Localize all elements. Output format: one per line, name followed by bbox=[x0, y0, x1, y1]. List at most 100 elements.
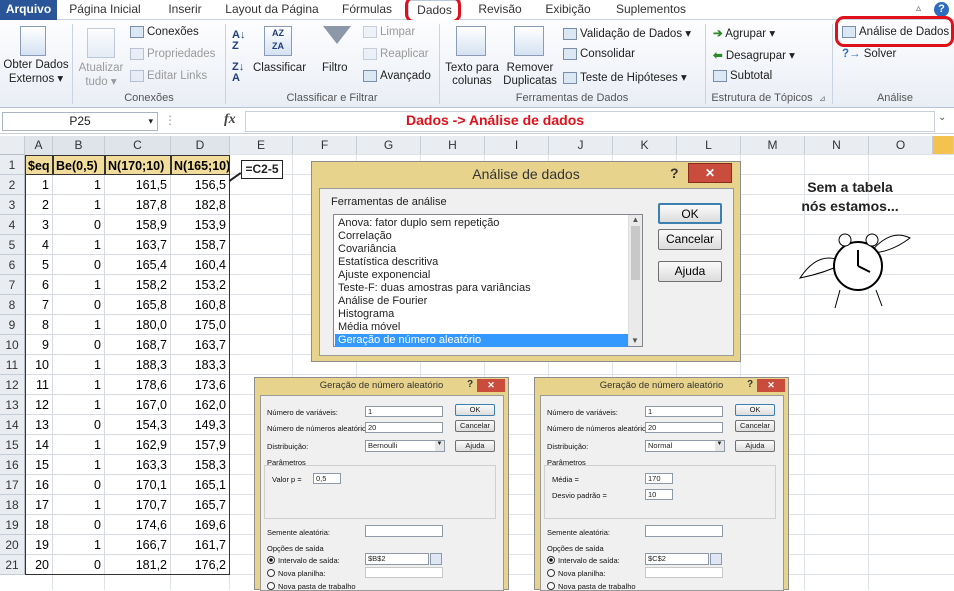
ok-button[interactable]: OK bbox=[658, 203, 722, 224]
data-cell[interactable]: 154,3 bbox=[105, 415, 171, 435]
range-input[interactable]: $B$2 bbox=[365, 553, 429, 565]
help-button[interactable]: Ajuda bbox=[455, 440, 495, 452]
classificar-button[interactable]: Classificar bbox=[253, 62, 306, 74]
data-cell[interactable]: 11 bbox=[25, 375, 53, 395]
help-question-icon[interactable]: ? bbox=[670, 165, 679, 181]
data-cell[interactable]: 1 bbox=[53, 535, 105, 555]
data-cell[interactable]: 170,1 bbox=[105, 475, 171, 495]
data-cell[interactable]: 181,2 bbox=[105, 555, 171, 575]
column-header-E[interactable]: E bbox=[230, 136, 293, 155]
column-header-C[interactable]: C bbox=[105, 136, 171, 155]
data-cell[interactable]: 165,8 bbox=[105, 295, 171, 315]
column-header-G[interactable]: G bbox=[357, 136, 421, 155]
column-header-p[interactable] bbox=[933, 136, 954, 155]
data-cell[interactable]: 153,9 bbox=[171, 215, 230, 235]
range-picker-icon[interactable] bbox=[710, 553, 722, 565]
data-cell[interactable]: 0 bbox=[53, 515, 105, 535]
analysis-tool-item[interactable]: Análise de Fourier bbox=[335, 295, 628, 308]
sort-za-icon[interactable]: Z↓ A bbox=[232, 62, 244, 84]
data-cell[interactable]: 1 bbox=[53, 195, 105, 215]
column-header-O[interactable]: O bbox=[869, 136, 933, 155]
row-header[interactable]: 8 bbox=[0, 295, 25, 315]
dist-select[interactable]: Bernoulli bbox=[365, 440, 445, 452]
row-header[interactable]: 11 bbox=[0, 355, 25, 375]
sort-az-icon[interactable]: A↓ Z bbox=[232, 30, 245, 52]
data-cell[interactable]: 169,6 bbox=[171, 515, 230, 535]
dist-select[interactable]: Normal bbox=[645, 440, 725, 452]
analysis-tool-item[interactable]: Covariância bbox=[335, 243, 628, 256]
data-cell[interactable]: 166,7 bbox=[105, 535, 171, 555]
range-radio[interactable] bbox=[547, 556, 555, 564]
minimize-ribbon-icon[interactable]: ▵ bbox=[916, 3, 928, 15]
data-cell[interactable]: 158,3 bbox=[171, 455, 230, 475]
help-question-icon[interactable]: ? bbox=[747, 379, 753, 390]
new-book-radio[interactable] bbox=[267, 582, 275, 590]
row-header[interactable]: 1 bbox=[0, 155, 25, 175]
data-cell[interactable]: 153,2 bbox=[171, 275, 230, 295]
data-cell[interactable]: 1 bbox=[53, 235, 105, 255]
row-header[interactable]: 15 bbox=[0, 435, 25, 455]
row-header[interactable]: 10 bbox=[0, 335, 25, 355]
data-cell[interactable]: 156,5 bbox=[171, 175, 230, 195]
seed-input[interactable] bbox=[645, 525, 723, 537]
new-sheet-input[interactable] bbox=[365, 567, 443, 578]
propriedades-button[interactable]: Propriedades bbox=[130, 48, 215, 60]
new-sheet-input[interactable] bbox=[645, 567, 723, 578]
param1-input[interactable]: 0,5 bbox=[313, 473, 341, 484]
data-cell[interactable]: 1 bbox=[53, 455, 105, 475]
data-cell[interactable]: 161,7 bbox=[171, 535, 230, 555]
data-cell[interactable]: 160,8 bbox=[171, 295, 230, 315]
row-header[interactable]: 20 bbox=[0, 535, 25, 555]
help-button[interactable]: Ajuda bbox=[735, 440, 775, 452]
close-icon[interactable]: ✕ bbox=[477, 379, 505, 392]
scroll-thumb[interactable] bbox=[631, 226, 640, 280]
num-var-input[interactable]: 1 bbox=[365, 406, 443, 417]
tab-inserir[interactable]: Inserir bbox=[160, 0, 210, 20]
row-header[interactable]: 2 bbox=[0, 175, 25, 195]
num-var-input[interactable]: 1 bbox=[645, 406, 723, 417]
data-cell[interactable]: 163,7 bbox=[105, 235, 171, 255]
tab-suplementos[interactable]: Suplementos bbox=[608, 0, 694, 20]
help-icon[interactable]: ? bbox=[934, 2, 949, 17]
column-header-L[interactable]: L bbox=[677, 136, 741, 155]
data-cell[interactable]: 1 bbox=[53, 435, 105, 455]
row-header[interactable]: 3 bbox=[0, 195, 25, 215]
column-header-I[interactable]: I bbox=[485, 136, 549, 155]
data-cell[interactable]: 180,0 bbox=[105, 315, 171, 335]
tab-exibicao[interactable]: Exibição bbox=[540, 0, 596, 20]
data-cell[interactable]: 8 bbox=[25, 315, 53, 335]
row-header[interactable]: 16 bbox=[0, 455, 25, 475]
expand-formula-icon[interactable]: ⌄ bbox=[938, 112, 946, 123]
data-cell[interactable]: 0 bbox=[53, 475, 105, 495]
data-cell[interactable]: 0 bbox=[53, 555, 105, 575]
data-cell[interactable]: 178,6 bbox=[105, 375, 171, 395]
column-header-F[interactable]: F bbox=[293, 136, 357, 155]
data-cell[interactable]: 3 bbox=[25, 215, 53, 235]
data-cell[interactable]: 1 bbox=[53, 355, 105, 375]
data-cell[interactable]: 10 bbox=[25, 355, 53, 375]
data-cell[interactable]: 17 bbox=[25, 495, 53, 515]
data-cell[interactable]: 167,0 bbox=[105, 395, 171, 415]
header-cell[interactable]: N(165;10) bbox=[171, 155, 230, 175]
limpar-button[interactable]: Limpar bbox=[363, 26, 415, 38]
num-rand-input[interactable]: 20 bbox=[365, 422, 443, 433]
data-cell[interactable]: 165,1 bbox=[171, 475, 230, 495]
data-cell[interactable]: 6 bbox=[25, 275, 53, 295]
reaplicar-button[interactable]: Reaplicar bbox=[363, 48, 429, 60]
row-header[interactable]: 13 bbox=[0, 395, 25, 415]
data-cell[interactable]: 161,5 bbox=[105, 175, 171, 195]
analysis-tool-item[interactable]: Média móvel bbox=[335, 321, 628, 334]
dist-dropdown-icon[interactable]: ▼ bbox=[435, 441, 444, 451]
agrupar-button[interactable]: ➔ Agrupar ▾ bbox=[713, 26, 775, 40]
data-cell[interactable]: 187,8 bbox=[105, 195, 171, 215]
desagrupar-button[interactable]: ⬅ Desagrupar ▾ bbox=[713, 48, 795, 62]
subtotal-button[interactable]: Subtotal bbox=[713, 70, 772, 82]
name-box[interactable]: P25 ▾ bbox=[2, 112, 158, 131]
data-cell[interactable]: 1 bbox=[53, 315, 105, 335]
data-cell[interactable]: 0 bbox=[53, 415, 105, 435]
new-sheet-radio[interactable] bbox=[547, 569, 555, 577]
row-header[interactable]: 14 bbox=[0, 415, 25, 435]
row-header[interactable]: 9 bbox=[0, 315, 25, 335]
remover-duplicatas-button[interactable]: Remover Duplicatas bbox=[501, 62, 559, 88]
data-cell[interactable]: 157,9 bbox=[171, 435, 230, 455]
